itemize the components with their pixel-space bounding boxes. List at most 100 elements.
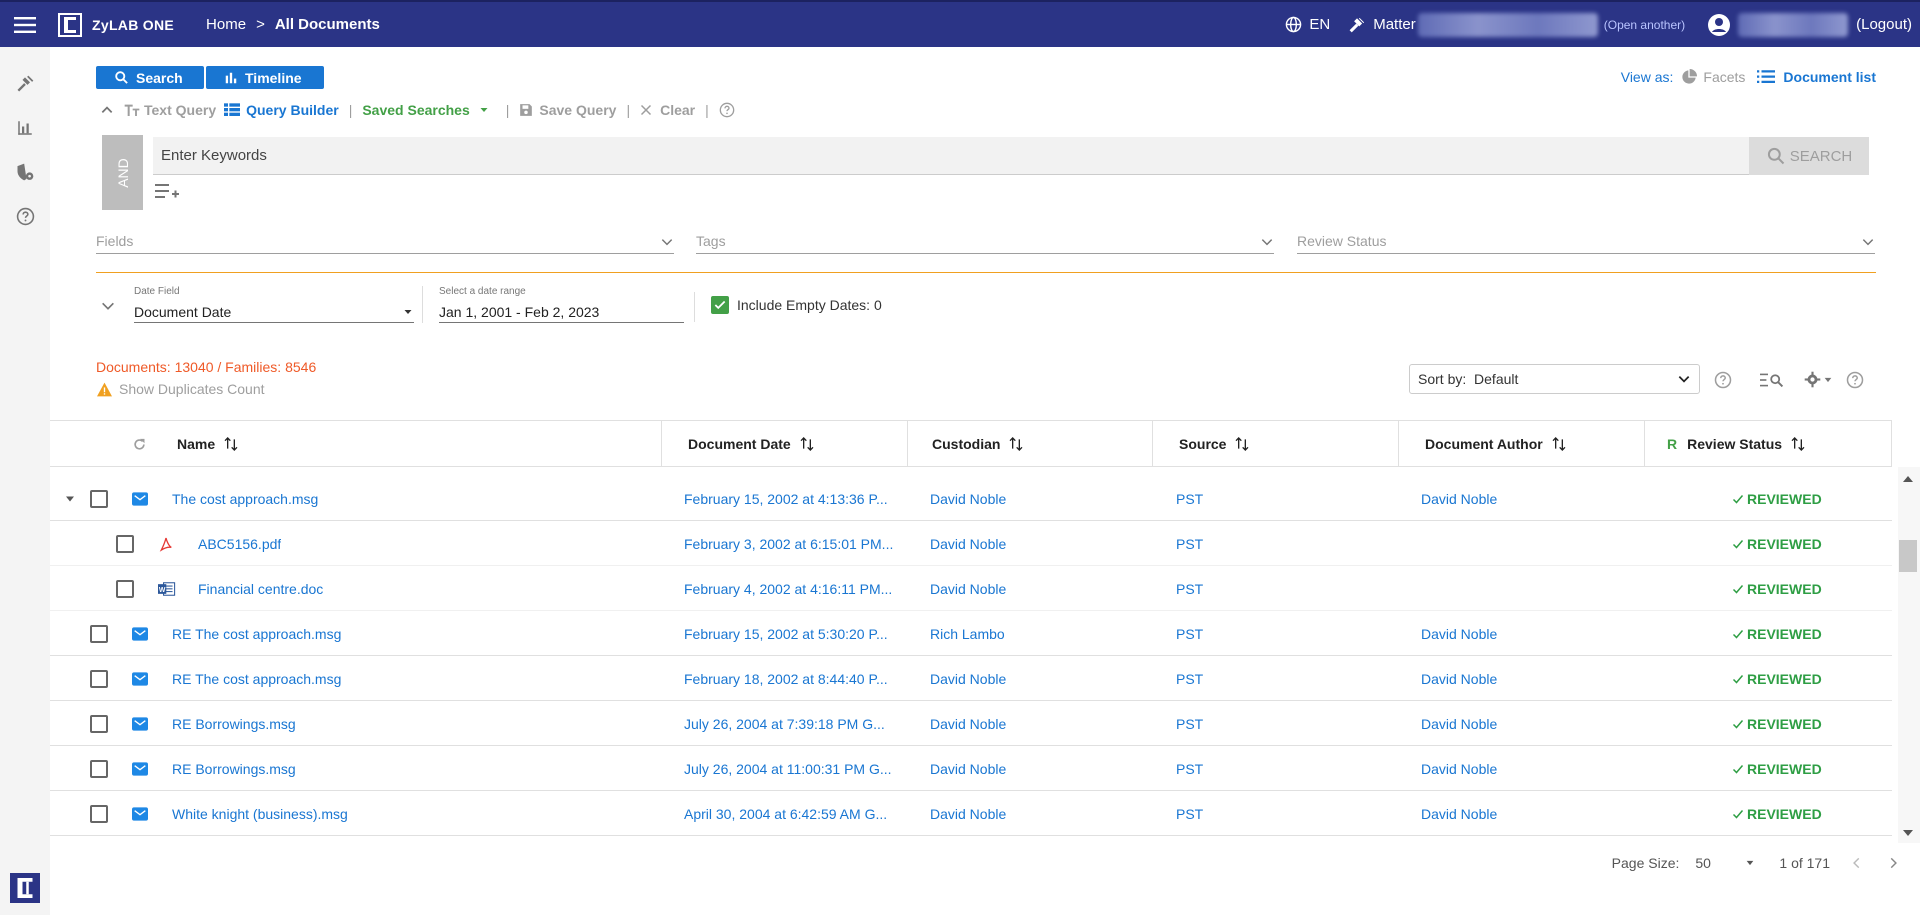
column-source[interactable]: Source — [1153, 421, 1399, 467]
column-document-author[interactable]: Document Author — [1399, 421, 1645, 467]
include-empty-dates-checkbox[interactable]: Include Empty Dates: 0 — [711, 296, 882, 314]
document-date-cell[interactable]: July 26, 2004 at 7:39:18 PM G... — [684, 701, 899, 746]
fields-filter-dropdown[interactable]: Fields — [96, 228, 674, 254]
document-name-link[interactable]: RE Borrowings.msg — [172, 701, 296, 746]
clear-button[interactable]: Clear — [640, 102, 695, 118]
sort-help-icon[interactable] — [1714, 371, 1732, 389]
row-checkbox[interactable] — [90, 611, 108, 656]
document-author-cell[interactable]: David Noble — [1421, 611, 1497, 656]
refresh-icon[interactable] — [132, 437, 147, 452]
review-status-cell[interactable]: REVIEWED — [1732, 701, 1822, 746]
custodian-cell[interactable]: David Noble — [930, 566, 1006, 611]
expand-row-icon[interactable] — [64, 476, 76, 521]
matter-selector[interactable]: Matter — [1348, 12, 1598, 37]
scrollbar-thumb[interactable] — [1899, 540, 1917, 572]
custodian-cell[interactable]: David Noble — [930, 701, 1006, 746]
sort-by-select[interactable]: Sort by: Default — [1409, 364, 1700, 394]
brand[interactable]: ZyLAB ONE — [58, 12, 174, 37]
document-author-cell[interactable]: David Noble — [1421, 656, 1497, 701]
tags-filter-dropdown[interactable]: Tags — [696, 228, 1274, 254]
keywords-input[interactable] — [153, 137, 1749, 175]
user-menu[interactable] — [1707, 12, 1849, 37]
facets-view-button[interactable]: Facets — [1681, 69, 1745, 85]
zylab-home-logo-icon[interactable] — [10, 873, 40, 903]
source-cell[interactable]: PST — [1176, 611, 1203, 656]
document-name-link[interactable]: RE Borrowings.msg — [172, 746, 296, 791]
source-cell[interactable]: PST — [1176, 476, 1203, 521]
review-status-cell[interactable]: REVIEWED — [1732, 476, 1822, 521]
source-cell[interactable]: PST — [1176, 521, 1203, 566]
saved-searches-dropdown[interactable]: Saved Searches — [362, 102, 489, 118]
source-cell[interactable]: PST — [1176, 566, 1203, 611]
hamburger-menu-icon[interactable] — [0, 2, 50, 47]
document-name-link[interactable]: The cost approach.msg — [172, 476, 318, 521]
review-status-cell[interactable]: REVIEWED — [1732, 791, 1822, 836]
document-name-link[interactable]: RE The cost approach.msg — [172, 611, 341, 656]
column-review-status[interactable]: R Review Status — [1645, 421, 1892, 467]
help-icon[interactable] — [719, 102, 735, 118]
review-status-cell[interactable]: REVIEWED — [1732, 611, 1822, 656]
add-rule-icon[interactable] — [155, 182, 179, 200]
row-checkbox[interactable] — [90, 701, 108, 746]
review-status-filter-dropdown[interactable]: Review Status — [1297, 228, 1875, 254]
row-checkbox[interactable] — [90, 476, 108, 521]
scroll-down-icon[interactable] — [1902, 828, 1914, 838]
document-date-cell[interactable]: July 26, 2004 at 11:00:31 PM G... — [684, 746, 899, 791]
row-checkbox[interactable] — [90, 791, 108, 836]
sort-icon[interactable] — [1551, 436, 1567, 452]
custodian-cell[interactable]: Rich Lambo — [930, 611, 1005, 656]
language-selector[interactable]: EN — [1285, 16, 1330, 33]
operator-and-toggle[interactable]: AND — [102, 135, 143, 210]
review-status-cell[interactable]: REVIEWED — [1732, 746, 1822, 791]
table-row[interactable]: RE The cost approach.msg February 15, 200… — [50, 611, 1892, 656]
page-size-select[interactable]: 50 — [1695, 855, 1755, 871]
column-custodian[interactable]: Custodian — [908, 421, 1153, 467]
document-author-cell[interactable]: David Noble — [1421, 791, 1497, 836]
document-name-link[interactable]: White knight (business).msg — [172, 791, 348, 836]
sort-icon[interactable] — [1234, 436, 1250, 452]
table-row[interactable]: RE The cost approach.msg February 18, 200… — [50, 656, 1892, 701]
row-checkbox[interactable] — [116, 521, 134, 566]
table-row[interactable]: White knight (business).msg April 30, 200… — [50, 791, 1892, 836]
logout-link[interactable]: (Logout) — [1856, 16, 1912, 33]
search-tab-button[interactable]: Search — [96, 66, 204, 89]
open-another-link[interactable]: (Open another) — [1604, 18, 1685, 32]
query-builder-button[interactable]: Query Builder — [224, 102, 339, 118]
source-cell[interactable]: PST — [1176, 701, 1203, 746]
document-date-cell[interactable]: April 30, 2004 at 6:42:59 AM G... — [684, 791, 899, 836]
breadcrumb-home[interactable]: Home — [206, 16, 246, 33]
row-checkbox[interactable] — [90, 656, 108, 701]
sort-icon[interactable] — [1008, 436, 1024, 452]
document-author-cell[interactable]: David Noble — [1421, 476, 1497, 521]
chevron-up-icon[interactable] — [100, 103, 114, 117]
document-date-cell[interactable]: February 4, 2002 at 4:16:11 PM... — [684, 566, 899, 611]
scroll-up-icon[interactable] — [1902, 474, 1914, 484]
table-row[interactable]: W Financial centre.doc February 4, 2002 at… — [50, 566, 1892, 611]
custodian-cell[interactable]: David Noble — [930, 746, 1006, 791]
review-status-cell[interactable]: REVIEWED — [1732, 566, 1822, 611]
sidebar-help-icon[interactable] — [0, 194, 50, 238]
sidebar-hammer-icon[interactable] — [0, 62, 50, 106]
custodian-cell[interactable]: David Noble — [930, 791, 1006, 836]
sort-icon[interactable] — [223, 436, 239, 452]
sort-icon[interactable] — [1790, 436, 1806, 452]
document-date-cell[interactable]: February 15, 2002 at 5:30:20 P... — [684, 611, 899, 656]
source-cell[interactable]: PST — [1176, 791, 1203, 836]
column-document-date[interactable]: Document Date — [662, 421, 908, 467]
document-name-link[interactable]: RE The cost approach.msg — [172, 656, 341, 701]
settings-dropdown[interactable] — [1804, 371, 1833, 388]
sort-icon[interactable] — [799, 436, 815, 452]
date-range-picker[interactable]: Select a date range Jan 1, 2001 - Feb 2,… — [422, 286, 684, 323]
table-row[interactable]: The cost approach.msg February 15, 2002 a… — [50, 476, 1892, 521]
source-cell[interactable]: PST — [1176, 746, 1203, 791]
show-duplicates-link[interactable]: Show Duplicates Count — [96, 381, 265, 397]
table-row[interactable]: ABC5156.pdf February 3, 2002 at 6:15:01 P… — [50, 521, 1892, 566]
chevron-right-icon[interactable] — [1886, 856, 1900, 870]
chevron-left-icon[interactable] — [1850, 856, 1864, 870]
row-checkbox[interactable] — [90, 746, 108, 791]
document-date-cell[interactable]: February 18, 2002 at 8:44:40 P... — [684, 656, 899, 701]
document-name-link[interactable]: Financial centre.doc — [198, 566, 323, 611]
keyword-search-button[interactable]: SEARCH — [1749, 137, 1869, 175]
document-list-view-button[interactable]: Document list — [1757, 69, 1876, 85]
sidebar-bar-chart-icon[interactable] — [0, 106, 50, 150]
